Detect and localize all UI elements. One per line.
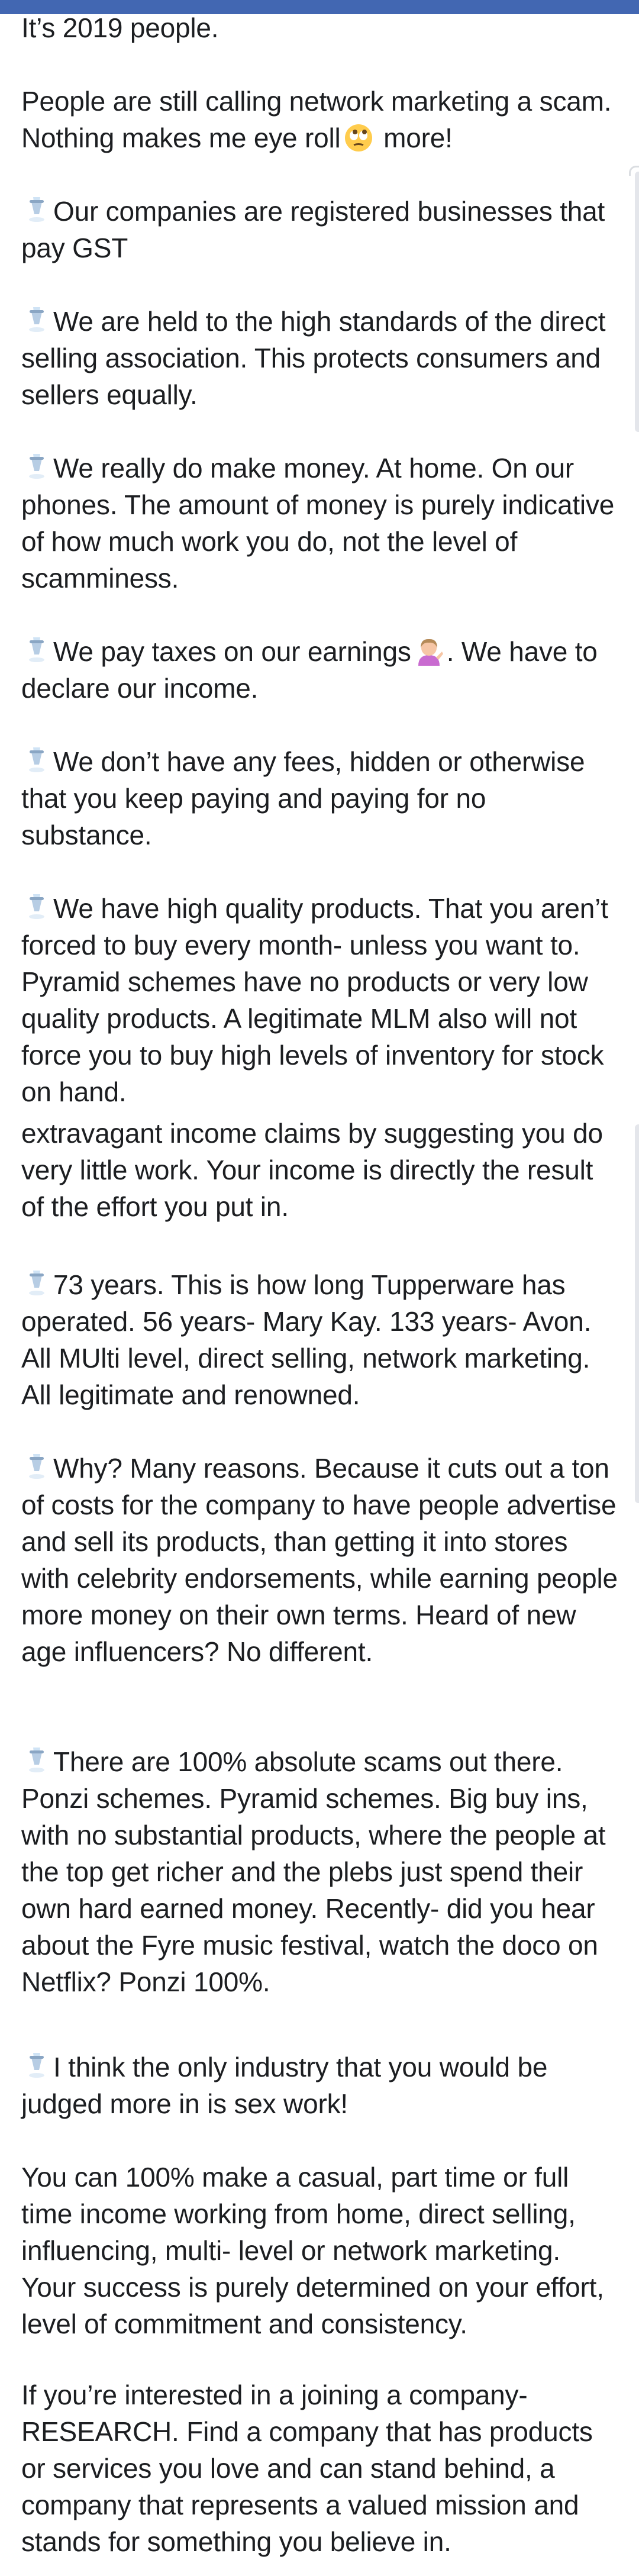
post-paragraph-14: You can 100% make a casual, part time or…	[21, 2159, 619, 2342]
side-panel-edge	[635, 172, 639, 432]
flying-saucer-icon	[29, 2053, 44, 2078]
paragraph-text: We are held to the high standards of the…	[21, 306, 606, 410]
paragraph-text: We don’t have any fees, hidden or otherw…	[21, 746, 585, 850]
paragraph-text: Why? Many reasons. Because it cuts out a…	[21, 1453, 618, 1667]
paragraph-text: You can 100% make a casual, part time or…	[21, 2162, 604, 2339]
paragraph-text-tail: more!	[376, 122, 453, 153]
paragraph-text: I think the only industry that you would…	[21, 2052, 548, 2119]
paragraph-text: There are 100% absolute scams out there.…	[21, 1746, 606, 1997]
post-paragraph-7: We don’t have any fees, hidden or otherw…	[21, 743, 619, 853]
paragraph-text: It’s 2019 people.	[21, 12, 219, 43]
post-paragraph-4: We are held to the high standards of the…	[21, 303, 619, 413]
post-paragraph-1: It’s 2019 people.	[21, 9, 619, 46]
tipping-hand-emoji-icon	[418, 639, 443, 666]
flying-saucer-icon	[29, 1454, 44, 1479]
paragraph-text: We really do make money. At home. On our…	[21, 453, 615, 594]
flying-saucer-icon	[29, 1271, 44, 1295]
post-paragraph-2: People are still calling network marketi…	[21, 83, 619, 156]
post-paragraph-12: There are 100% absolute scams out there.…	[21, 1743, 619, 2000]
flying-saucer-icon	[29, 1748, 44, 1772]
post-paragraph-10: 73 years. This is how long Tupperware ha…	[21, 1266, 619, 1413]
paragraph-text: 73 years. This is how long Tupperware ha…	[21, 1269, 592, 1410]
post-paragraph-8: We have high quality products. That you …	[21, 890, 619, 1110]
post-paragraph-3: Our companies are registered businesses …	[21, 193, 619, 266]
paragraph-text: extravagant income claims by suggesting …	[21, 1118, 603, 1222]
paragraph-text: Our companies are registered businesses …	[21, 196, 605, 263]
post-paragraph-5: We really do make money. At home. On our…	[21, 450, 619, 597]
paragraph-text: If you’re interested in a joining a comp…	[21, 2380, 593, 2557]
flying-saucer-icon	[29, 637, 44, 662]
flying-saucer-icon	[29, 894, 44, 919]
paragraph-text: We have high quality products. That you …	[21, 893, 608, 1107]
post-paragraph-9: extravagant income claims by suggesting …	[21, 1115, 619, 1225]
post-paragraph-11: Why? Many reasons. Because it cuts out a…	[21, 1450, 619, 1670]
side-panel-edge-lower	[635, 1124, 639, 1503]
flying-saucer-icon	[29, 197, 44, 222]
flying-saucer-icon	[29, 747, 44, 772]
paragraph-text: People are still calling network marketi…	[21, 86, 612, 153]
paragraph-text: We pay taxes on our earnings	[53, 636, 411, 667]
flying-saucer-icon	[29, 307, 44, 332]
post-paragraph-15: If you’re interested in a joining a comp…	[21, 2377, 619, 2560]
eye-roll-emoji-icon	[344, 124, 372, 151]
post-paragraph-6: We pay taxes on our earnings. We have to…	[21, 633, 619, 707]
flying-saucer-icon	[29, 454, 44, 479]
post-paragraph-13: I think the only industry that you would…	[21, 2049, 619, 2122]
